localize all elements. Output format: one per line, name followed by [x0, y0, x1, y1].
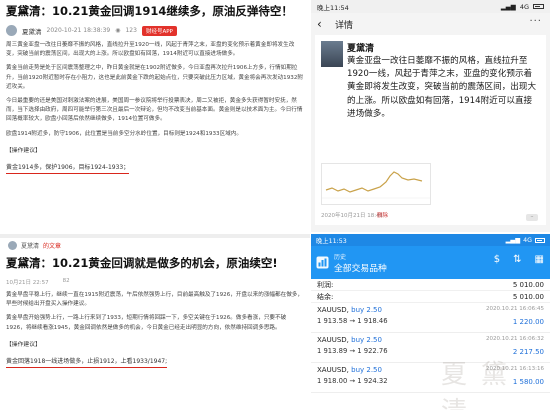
sort-icon[interactable]: ⇅ — [513, 254, 521, 265]
article-1-paragraph: 欧盘1914附近多，防守1906，此位置是当前多空分水岭位置，目标则是1924和… — [6, 130, 242, 137]
author-avatar[interactable] — [6, 25, 17, 36]
publish-date: 10月21日 22:57 — [6, 280, 49, 286]
battery-icon — [535, 237, 545, 243]
article-2-paragraph: 黄金早盘平稳上行，继续一直在1915附近震荡，午后依然强势上行，目前最高触及了1… — [6, 292, 303, 308]
chart-thumbnail[interactable] — [321, 163, 431, 205]
watermark: 夏黛清 — [441, 360, 522, 410]
eye-icon: ◉ — [115, 27, 121, 34]
view-count: 123 — [125, 27, 137, 34]
history-header: 历史 全部交易品种 $ ⇅ ▦ — [311, 246, 550, 279]
article-1-title[interactable]: 夏黛清：10.21黄金回调1914继续多，原油反弹待空！ — [6, 4, 304, 19]
back-arrow-icon[interactable]: ‹ — [317, 17, 331, 31]
section-divider — [0, 234, 310, 238]
status-indicators: ▂▄▆ 4G — [501, 3, 544, 11]
network-label: 4G — [523, 236, 532, 244]
price-chart-image — [322, 171, 430, 199]
article-2-title[interactable]: 夏黛清：10.21黄金回调就是做多的机会，原油续空! — [6, 256, 306, 271]
article-panel: 夏黛清：10.21黄金回调1914继续多，原油反弹待空！ 夏黛清 2020-10… — [0, 0, 310, 410]
post-card: 夏黛清 黄金亚盘一改往日萎靡不振的风格，直线拉升至1920一线，风起于青萍之末，… — [315, 35, 546, 225]
post-actions-button[interactable]: ·· — [526, 214, 538, 221]
author-name: 夏黛清 — [21, 243, 40, 250]
article-1-meta: 夏黛清 2020-10-21 18:38:39 ◉ 123 财经号APP — [6, 25, 304, 36]
operation-advice-line: 黄金回落1918一线进场做多，止损1912，上看1933/1947; — [6, 356, 168, 368]
view-count: 82 — [62, 278, 70, 284]
post-date: 2020年10月21日 18:41 — [321, 213, 384, 219]
article-2-meta: 10月21日 22:57 82 — [6, 278, 306, 286]
status-bar: 晚上11:54 ▂▄▆ 4G — [311, 0, 550, 13]
author-articles-tag[interactable]: 夏黛清 的文章 — [8, 241, 61, 250]
summary-row: 结余: 5 010.00 — [311, 291, 550, 303]
network-label: 4G — [519, 2, 529, 11]
summary-value: 5 010.00 — [512, 280, 544, 289]
header-actions: $ ⇅ ▦ — [494, 254, 544, 265]
post-body: 黄金亚盘一改往日萎靡不振的风格，直线拉升至1920一线，风起于青萍之末，亚盘的变… — [347, 56, 537, 119]
calendar-icon[interactable]: ▦ — [535, 254, 544, 265]
operation-advice-heading: 【操作建议】 — [6, 341, 41, 348]
article-2-paragraph: 黄金早盘开始强势上行，一路上行来到了1933，短期行情将回踩一下，多空关键在于1… — [6, 315, 287, 331]
operation-advice-line: 黄金1914多，保护1906，目标1924-1933； — [6, 162, 130, 174]
author-avatar[interactable] — [321, 41, 343, 67]
mt4-logo-icon[interactable] — [316, 256, 329, 269]
trade-prices: 1 913.58 → 1 918.46 — [317, 317, 388, 325]
battery-icon — [533, 4, 544, 9]
summary-label: 结余: — [317, 292, 334, 301]
signal-icon: ▂▄▆ — [505, 236, 521, 244]
nav-bar: ‹ 详情 ··· — [311, 13, 550, 35]
trade-date: 2020.10.21 16:06:45 — [486, 306, 544, 312]
header-texts: 历史 全部交易品种 — [334, 252, 387, 274]
nav-title: 详情 — [335, 20, 354, 31]
article-2: 夏黛清：10.21黄金回调就是做多的机会，原油续空! 10月21日 22:57 … — [6, 256, 306, 410]
status-time: 晚上11:53 — [316, 237, 347, 245]
trade-history-screen: 晚上11:53 ▂▄▆ 4G 历史 全部交易品种 $ ⇅ ▦ 利润: 5 010… — [311, 234, 550, 410]
article-1-paragraph: 今日最重要的还是美国对刺激法案的进展，美国周一参议院将举行投票表决，周二又被拒，… — [6, 98, 303, 123]
author-avatar — [8, 241, 17, 250]
status-bar: 晚上11:53 ▂▄▆ 4G — [311, 234, 550, 246]
more-options-icon[interactable]: ··· — [529, 16, 542, 27]
author-name[interactable]: 夏黛清 — [22, 26, 42, 36]
status-time: 晚上11:54 — [317, 3, 349, 12]
summary-row: 利润: 5 010.00 — [311, 279, 550, 291]
trade-row[interactable]: XAUUSD, buy 2.50 1 913.58 → 1 918.46 202… — [311, 303, 550, 333]
symbol-filter[interactable]: 全部交易品种 — [334, 261, 387, 274]
detail-screen: 晚上11:54 ▂▄▆ 4G ‹ 详情 ··· 夏黛清 黄金亚盘一改往日萎靡不振… — [311, 0, 550, 232]
publish-date: 2020-10-21 18:38:39 — [46, 27, 111, 34]
article-1-paragraph: 周三黄金亚盘一改往日萎靡不振的风格，直线拉升至1920一线，风起于青萍之末，亚盘… — [6, 42, 295, 58]
delete-link[interactable]: 删除 — [377, 211, 388, 219]
article-1: 夏黛清：10.21黄金回调1914继续多，原油反弹待空！ 夏黛清 2020-10… — [6, 4, 304, 234]
header-subtitle: 历史 — [334, 253, 347, 261]
currency-filter-icon[interactable]: $ — [494, 254, 500, 265]
summary-label: 利润: — [317, 280, 334, 289]
trade-date: 2020.10.21 16:06:32 — [486, 336, 544, 342]
trade-profit: 1 220.00 — [512, 318, 544, 326]
operation-advice-heading: 【操作建议】 — [6, 147, 41, 154]
status-indicators: ▂▄▆ 4G — [506, 237, 545, 244]
articles-suffix: 的文章 — [43, 243, 62, 250]
signal-icon: ▂▄▆ — [500, 2, 516, 11]
open-app-button[interactable]: 财经号APP — [141, 25, 177, 36]
article-1-paragraph: 黄金当前走势是处于区间震荡整理之中，昨日黄金就是在1902附近做多，今日亚盘再次… — [6, 65, 303, 90]
summary-value: 5 010.00 — [512, 292, 544, 301]
